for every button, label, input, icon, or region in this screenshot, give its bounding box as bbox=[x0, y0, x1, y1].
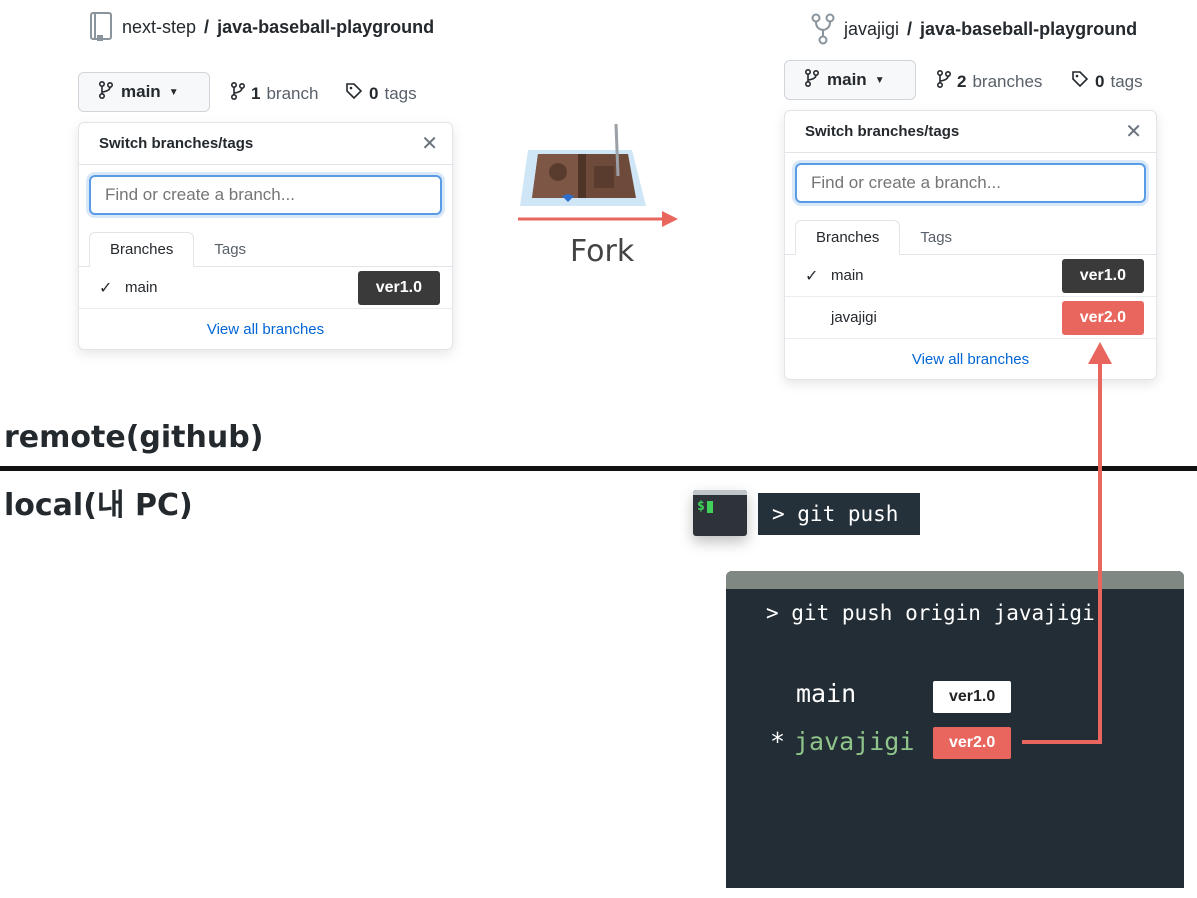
arrow-up-icon bbox=[1088, 342, 1112, 364]
push-arrow bbox=[1022, 342, 1112, 744]
